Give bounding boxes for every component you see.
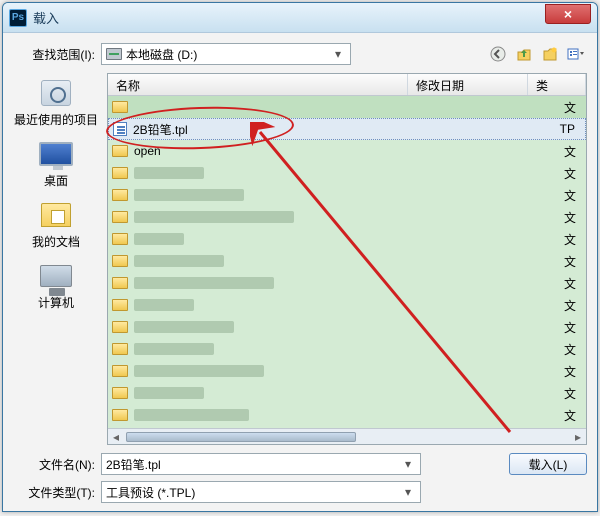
- computer-icon: [40, 265, 72, 287]
- folder-icon: [112, 409, 128, 421]
- file-row[interactable]: 文: [108, 338, 586, 360]
- folder-icon: [112, 277, 128, 289]
- file-list[interactable]: 文 2B铅笔.tpl TP open 文 文 文 文 文: [108, 96, 586, 428]
- tpl-file-icon: [113, 122, 127, 136]
- desktop-icon: [39, 142, 73, 166]
- file-row[interactable]: open 文: [108, 140, 586, 162]
- file-row[interactable]: 文: [108, 360, 586, 382]
- folder-icon: [112, 255, 128, 267]
- file-row[interactable]: 文: [108, 184, 586, 206]
- folder-icon: [112, 299, 128, 311]
- recent-icon: [41, 80, 71, 106]
- file-row[interactable]: 文: [108, 316, 586, 338]
- file-row-up[interactable]: 文: [108, 96, 586, 118]
- scroll-left-icon[interactable]: ◂: [108, 430, 124, 444]
- horizontal-scrollbar[interactable]: ◂ ▸: [108, 428, 586, 444]
- filename-label: 文件名(N):: [13, 456, 95, 473]
- folder-icon: [112, 189, 128, 201]
- lookup-value: 本地磁盘 (D:): [126, 46, 326, 63]
- sidebar-item-documents[interactable]: 我的文档: [32, 199, 80, 250]
- new-folder-button[interactable]: [539, 43, 561, 65]
- file-row[interactable]: 文: [108, 382, 586, 404]
- folder-icon: [112, 343, 128, 355]
- file-row[interactable]: 文: [108, 426, 586, 428]
- file-row-selected[interactable]: 2B铅笔.tpl TP: [108, 118, 586, 140]
- file-list-pane: 名称 修改日期 类 文 2B铅笔.tpl TP: [107, 73, 587, 445]
- folder-icon: [112, 233, 128, 245]
- dialog-window: Ps 载入 × 查找范围(I): 本地磁盘 (D:) ▾: [2, 2, 598, 512]
- file-row[interactable]: 文: [108, 206, 586, 228]
- sidebar-item-label: 我的文档: [32, 233, 80, 250]
- chevron-down-icon: ▾: [400, 485, 416, 499]
- places-sidebar: 最近使用的项目 桌面 我的文档 计算机: [13, 73, 99, 445]
- scroll-right-icon[interactable]: ▸: [570, 430, 586, 444]
- main-row: 最近使用的项目 桌面 我的文档 计算机 名称 修改日期: [13, 73, 587, 445]
- sidebar-item-label: 桌面: [44, 172, 68, 189]
- folder-icon: [112, 321, 128, 333]
- file-type: 文: [564, 99, 582, 116]
- folder-icon: [112, 387, 128, 399]
- filetype-row: 文件类型(T): 工具预设 (*.TPL) ▾: [13, 481, 587, 503]
- views-button[interactable]: [565, 43, 587, 65]
- file-row[interactable]: 文: [108, 294, 586, 316]
- load-button[interactable]: 载入(L): [509, 453, 587, 475]
- file-row[interactable]: 文: [108, 250, 586, 272]
- col-date[interactable]: 修改日期: [408, 74, 528, 95]
- col-name[interactable]: 名称: [108, 74, 408, 95]
- filename-row: 文件名(N): 2B铅笔.tpl ▾ 载入(L): [13, 453, 587, 475]
- titlebar: Ps 载入 ×: [3, 3, 597, 33]
- filetype-value: 工具预设 (*.TPL): [106, 484, 400, 501]
- documents-icon: [41, 203, 71, 227]
- file-row[interactable]: 文: [108, 162, 586, 184]
- photoshop-icon: Ps: [9, 9, 27, 27]
- file-row[interactable]: 文: [108, 404, 586, 426]
- close-button[interactable]: ×: [545, 4, 591, 24]
- sidebar-item-desktop[interactable]: 桌面: [38, 138, 74, 189]
- window-title: 载入: [33, 8, 545, 27]
- sidebar-item-recent[interactable]: 最近使用的项目: [14, 77, 98, 128]
- sidebar-item-label: 计算机: [38, 294, 74, 311]
- file-row[interactable]: 文: [108, 228, 586, 250]
- close-icon: ×: [564, 6, 572, 22]
- file-type: TP: [560, 122, 581, 136]
- back-button[interactable]: [487, 43, 509, 65]
- lookup-label: 查找范围(I):: [13, 46, 95, 63]
- file-column-header: 名称 修改日期 类: [108, 74, 586, 96]
- chevron-down-icon: ▾: [330, 47, 346, 61]
- folder-icon: [112, 101, 128, 113]
- folder-icon: [112, 167, 128, 179]
- file-row[interactable]: 文: [108, 272, 586, 294]
- filetype-dropdown[interactable]: 工具预设 (*.TPL) ▾: [101, 481, 421, 503]
- dialog-body: 查找范围(I): 本地磁盘 (D:) ▾: [3, 33, 597, 511]
- col-type[interactable]: 类: [528, 74, 586, 95]
- folder-icon: [112, 365, 128, 377]
- filetype-label: 文件类型(T):: [13, 484, 95, 501]
- file-type: 文: [564, 143, 582, 160]
- file-name: open: [134, 144, 430, 158]
- sidebar-item-label: 最近使用的项目: [14, 111, 98, 128]
- nav-toolbar: [487, 43, 587, 65]
- drive-icon: [106, 48, 122, 60]
- filename-value: 2B铅笔.tpl: [106, 456, 400, 473]
- scroll-thumb[interactable]: [126, 432, 356, 442]
- file-name: 2B铅笔.tpl: [133, 121, 429, 138]
- lookup-row: 查找范围(I): 本地磁盘 (D:) ▾: [13, 43, 587, 65]
- bottom-controls: 文件名(N): 2B铅笔.tpl ▾ 载入(L) 文件类型(T): 工具预设 (…: [13, 453, 587, 503]
- chevron-down-icon: ▾: [400, 457, 416, 471]
- lookup-dropdown[interactable]: 本地磁盘 (D:) ▾: [101, 43, 351, 65]
- up-folder-button[interactable]: [513, 43, 535, 65]
- filename-dropdown[interactable]: 2B铅笔.tpl ▾: [101, 453, 421, 475]
- folder-icon: [112, 145, 128, 157]
- folder-icon: [112, 211, 128, 223]
- load-button-label: 载入(L): [529, 456, 568, 473]
- sidebar-item-computer[interactable]: 计算机: [38, 260, 74, 311]
